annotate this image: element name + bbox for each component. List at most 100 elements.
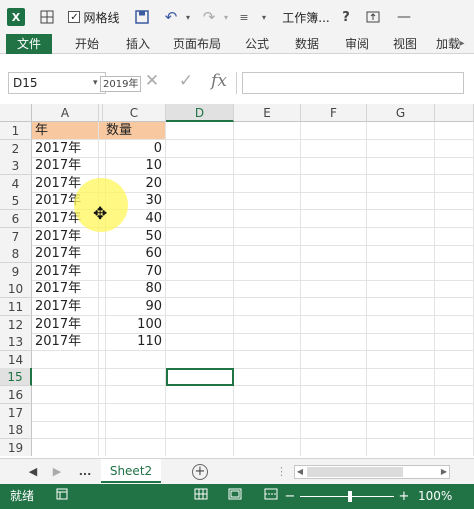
row-header-3[interactable]: 3 bbox=[0, 157, 32, 176]
tab-data[interactable]: 数据 bbox=[284, 34, 330, 54]
cell-d13[interactable] bbox=[166, 333, 234, 352]
zoom-slider-thumb[interactable] bbox=[348, 491, 352, 502]
page-break-view-icon[interactable] bbox=[262, 488, 280, 505]
cell-f17[interactable] bbox=[301, 403, 367, 422]
cell-c13[interactable]: 110 bbox=[103, 333, 166, 352]
cell-g7[interactable] bbox=[367, 227, 435, 246]
cell-e17[interactable] bbox=[234, 403, 301, 422]
row-header-19[interactable]: 19 bbox=[0, 438, 32, 456]
cell-d9[interactable] bbox=[166, 262, 234, 281]
cell-f11[interactable] bbox=[301, 298, 367, 316]
cell-f16[interactable] bbox=[301, 386, 367, 404]
cell-c9[interactable]: 70 bbox=[103, 262, 166, 281]
cell-e5[interactable] bbox=[234, 192, 301, 211]
sheet-next-icon[interactable]: ▶ bbox=[50, 459, 64, 485]
row-header-10[interactable]: 10 bbox=[0, 280, 32, 299]
row-header-13[interactable]: 13 bbox=[0, 333, 32, 352]
row-header-1[interactable]: 1 bbox=[0, 122, 32, 140]
spreadsheet-grid[interactable]: A C D E F G 1 年数量 2 2017年 0 3 2017年 10 4 2017年 20 5… bbox=[0, 104, 474, 456]
cell-g1[interactable] bbox=[367, 122, 435, 140]
cell-d3[interactable] bbox=[166, 157, 234, 176]
cell-h18[interactable] bbox=[435, 421, 474, 440]
scroll-right-icon[interactable]: ▶ bbox=[439, 466, 449, 478]
cell-a2[interactable]: 2017年 bbox=[32, 139, 99, 158]
tab-formulas[interactable]: 公式 bbox=[234, 34, 280, 54]
cell-a14[interactable] bbox=[32, 350, 99, 369]
tab-split-handle[interactable]: ⋮ bbox=[276, 459, 287, 485]
cell-h19[interactable] bbox=[435, 438, 474, 456]
scroll-left-icon[interactable]: ◀ bbox=[295, 466, 305, 478]
cell-c10[interactable]: 80 bbox=[103, 280, 166, 299]
excel-logo-icon[interactable]: X bbox=[4, 0, 28, 34]
cell-c14[interactable] bbox=[103, 350, 166, 369]
cell-g9[interactable] bbox=[367, 262, 435, 281]
row-header-15[interactable]: 15 bbox=[0, 368, 32, 387]
column-header-c[interactable]: C bbox=[103, 104, 166, 122]
row-header-16[interactable]: 16 bbox=[0, 386, 32, 404]
zoom-out-button[interactable]: − bbox=[284, 488, 296, 505]
cell-h11[interactable] bbox=[435, 298, 474, 316]
cell-a10[interactable]: 2017年 bbox=[32, 280, 99, 299]
cell-d6[interactable] bbox=[166, 210, 234, 228]
select-all-corner[interactable] bbox=[0, 104, 32, 122]
cell-c16[interactable] bbox=[103, 386, 166, 404]
row-header-8[interactable]: 8 bbox=[0, 245, 32, 264]
cell-a1[interactable]: 年 bbox=[32, 122, 99, 140]
formula-input[interactable] bbox=[242, 72, 464, 94]
grid-icon[interactable] bbox=[36, 0, 58, 34]
cell-d17[interactable] bbox=[166, 403, 234, 422]
cell-a4[interactable]: 2017年 bbox=[32, 174, 99, 193]
cell-g3[interactable] bbox=[367, 157, 435, 176]
cell-e10[interactable] bbox=[234, 280, 301, 299]
row-header-12[interactable]: 12 bbox=[0, 315, 32, 334]
row-header-17[interactable]: 17 bbox=[0, 403, 32, 422]
cell-f1[interactable] bbox=[301, 122, 367, 140]
active-cell-d15[interactable] bbox=[166, 368, 234, 387]
cell-f18[interactable] bbox=[301, 421, 367, 440]
cell-a8[interactable]: 2017年 bbox=[32, 245, 99, 264]
cell-d8[interactable] bbox=[166, 245, 234, 264]
cell-c4[interactable]: 20 bbox=[103, 174, 166, 193]
cell-h4[interactable] bbox=[435, 174, 474, 193]
cell-g11[interactable] bbox=[367, 298, 435, 316]
cell-f19[interactable] bbox=[301, 438, 367, 456]
cell-g18[interactable] bbox=[367, 421, 435, 440]
cell-c5[interactable]: 30 bbox=[103, 192, 166, 211]
restore-icon[interactable] bbox=[362, 0, 384, 34]
redo-icon[interactable]: ↷ bbox=[198, 0, 220, 34]
cell-h10[interactable] bbox=[435, 280, 474, 299]
column-header-f[interactable]: F bbox=[301, 104, 367, 122]
sheet-prev-icon[interactable]: ◀ bbox=[26, 459, 40, 485]
cell-d10[interactable] bbox=[166, 280, 234, 299]
cell-g5[interactable] bbox=[367, 192, 435, 211]
cell-h7[interactable] bbox=[435, 227, 474, 246]
cell-a5[interactable]: 2017年 bbox=[32, 192, 99, 211]
cell-a3[interactable]: 2017年 bbox=[32, 157, 99, 176]
cell-e9[interactable] bbox=[234, 262, 301, 281]
row-header-9[interactable]: 9 bbox=[0, 262, 32, 281]
column-header-g[interactable]: G bbox=[367, 104, 435, 122]
cell-c12[interactable]: 100 bbox=[103, 315, 166, 334]
cell-h13[interactable] bbox=[435, 333, 474, 352]
cell-a13[interactable]: 2017年 bbox=[32, 333, 99, 352]
name-box[interactable]: D15 bbox=[8, 72, 106, 94]
row-header-5[interactable]: 5 bbox=[0, 192, 32, 211]
customize-icon[interactable]: ≡ bbox=[236, 0, 252, 34]
cell-a16[interactable] bbox=[32, 386, 99, 404]
cell-c8[interactable]: 60 bbox=[103, 245, 166, 264]
cell-c19[interactable] bbox=[103, 438, 166, 456]
cell-e13[interactable] bbox=[234, 333, 301, 352]
cell-d19[interactable] bbox=[166, 438, 234, 456]
zoom-level[interactable]: 100% bbox=[418, 484, 452, 509]
column-header-a[interactable]: A bbox=[32, 104, 99, 122]
row-header-6[interactable]: 6 bbox=[0, 210, 32, 228]
cell-d16[interactable] bbox=[166, 386, 234, 404]
cell-d7[interactable] bbox=[166, 227, 234, 246]
cell-f10[interactable] bbox=[301, 280, 367, 299]
tab-view[interactable]: 视图 bbox=[382, 34, 428, 54]
redo-dropdown-icon[interactable]: ▾ bbox=[220, 0, 232, 34]
customize-dropdown-icon[interactable]: ▾ bbox=[258, 0, 270, 34]
sheet-tab-active[interactable]: Sheet2 bbox=[101, 459, 161, 483]
cell-c7[interactable]: 50 bbox=[103, 227, 166, 246]
cell-h8[interactable] bbox=[435, 245, 474, 264]
